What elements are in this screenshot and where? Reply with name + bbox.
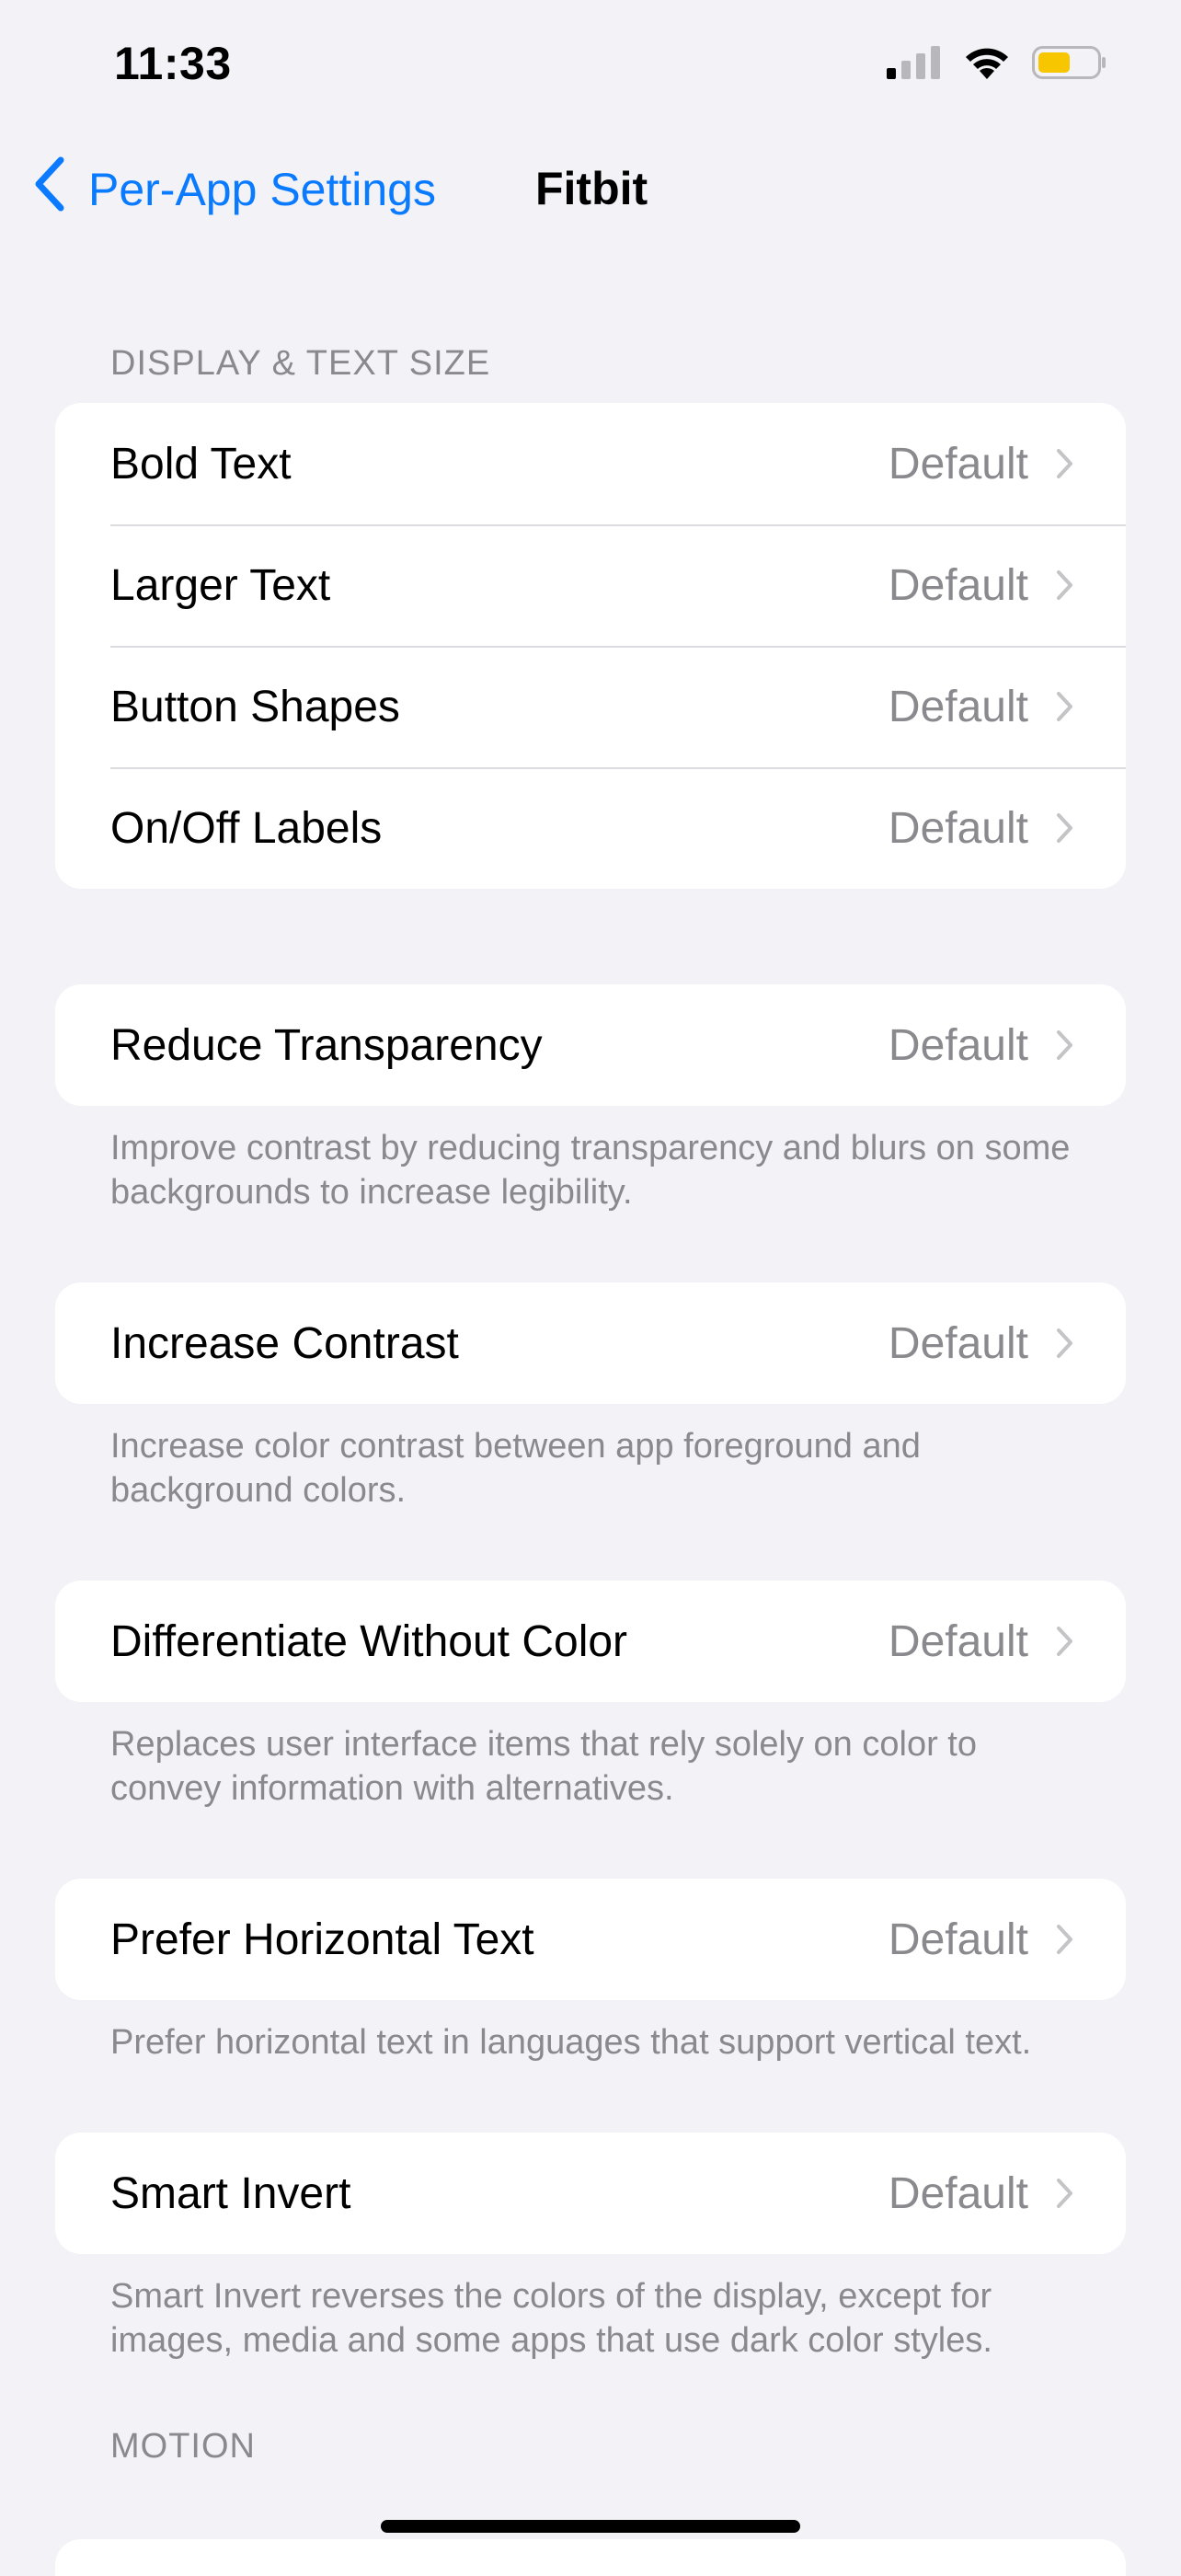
chevron-right-icon <box>1056 1626 1074 1657</box>
row-bold-text[interactable]: Bold Text Default <box>55 403 1126 524</box>
cellular-signal-icon <box>887 44 942 86</box>
chevron-right-icon <box>1056 2178 1074 2209</box>
row-label: Bold Text <box>110 439 292 489</box>
chevron-right-icon <box>1056 1029 1074 1061</box>
prefer-horizontal-text-footer: Prefer horizontal text in languages that… <box>110 2023 1032 2062</box>
prefer-horizontal-text-group: Prefer Horizontal Text Default <box>55 1879 1126 2000</box>
section-header-display-text-size: DISPLAY & TEXT SIZE <box>110 344 491 383</box>
back-button-label: Per-App Settings <box>88 164 436 215</box>
motion-group <box>55 2539 1126 2576</box>
row-value: Default <box>888 439 1028 489</box>
row-smart-invert[interactable]: Smart Invert Default <box>55 2133 1126 2254</box>
chevron-right-icon <box>1056 569 1074 601</box>
increase-contrast-group: Increase Contrast Default <box>55 1282 1126 1404</box>
row-label: Prefer Horizontal Text <box>110 1915 534 1964</box>
row-value: Default <box>888 803 1028 853</box>
chevron-right-icon <box>1056 1924 1074 1955</box>
row-value: Default <box>888 1616 1028 1666</box>
wifi-icon <box>962 44 1012 86</box>
display-text-size-group: Bold Text Default Larger Text Default Bu… <box>55 403 1126 889</box>
row-label: Larger Text <box>110 560 331 610</box>
differentiate-without-color-footer: Replaces user interface items that rely … <box>110 1725 977 1808</box>
row-value: Default <box>888 1020 1028 1070</box>
navigation-bar: Per-App Settings Fitbit <box>0 147 1181 236</box>
back-button[interactable]: Per-App Settings <box>33 156 436 223</box>
row-button-shapes[interactable]: Button Shapes Default <box>55 646 1126 767</box>
row-differentiate-without-color[interactable]: Differentiate Without Color Default <box>55 1581 1126 1702</box>
smart-invert-group: Smart Invert Default <box>55 2133 1126 2254</box>
status-bar: 11:33 <box>0 0 1181 138</box>
smart-invert-footer: Smart Invert reverses the colors of the … <box>110 2277 992 2360</box>
row-label: Differentiate Without Color <box>110 1616 628 1666</box>
status-icons <box>887 44 1107 86</box>
status-time: 11:33 <box>114 38 232 89</box>
chevron-right-icon <box>1056 448 1074 479</box>
row-label: Smart Invert <box>110 2168 351 2218</box>
chevron-right-icon <box>1056 812 1074 844</box>
row-value: Default <box>888 1318 1028 1368</box>
row-value: Default <box>888 2168 1028 2218</box>
row-larger-text[interactable]: Larger Text Default <box>55 524 1126 646</box>
row-label: Reduce Transparency <box>110 1020 543 1070</box>
row-label: On/Off Labels <box>110 803 383 853</box>
battery-icon <box>1032 44 1107 86</box>
row-increase-contrast[interactable]: Increase Contrast Default <box>55 1282 1126 1404</box>
reduce-transparency-footer: Improve contrast by reducing transparenc… <box>110 1129 1071 1212</box>
row-reduce-transparency[interactable]: Reduce Transparency Default <box>55 984 1126 1106</box>
row-prefer-horizontal-text[interactable]: Prefer Horizontal Text Default <box>55 1879 1126 2000</box>
settings-content: DISPLAY & TEXT SIZE Bold Text Default La… <box>0 331 1181 2478</box>
row-value: Default <box>888 682 1028 731</box>
differentiate-without-color-group: Differentiate Without Color Default <box>55 1581 1126 1702</box>
row-label: Button Shapes <box>110 682 400 731</box>
chevron-right-icon <box>1056 1328 1074 1359</box>
row-value: Default <box>888 560 1028 610</box>
section-header-motion: MOTION <box>110 2427 256 2466</box>
row-value: Default <box>888 1915 1028 1964</box>
reduce-transparency-group: Reduce Transparency Default <box>55 984 1126 1106</box>
row-on-off-labels[interactable]: On/Off Labels Default <box>55 767 1126 889</box>
home-indicator[interactable] <box>381 2520 800 2533</box>
chevron-right-icon <box>1056 691 1074 722</box>
page-title: Fitbit <box>535 163 648 214</box>
chevron-left-icon <box>33 156 66 223</box>
increase-contrast-footer: Increase color contrast between app fore… <box>110 1427 921 1510</box>
row-label: Increase Contrast <box>110 1318 459 1368</box>
